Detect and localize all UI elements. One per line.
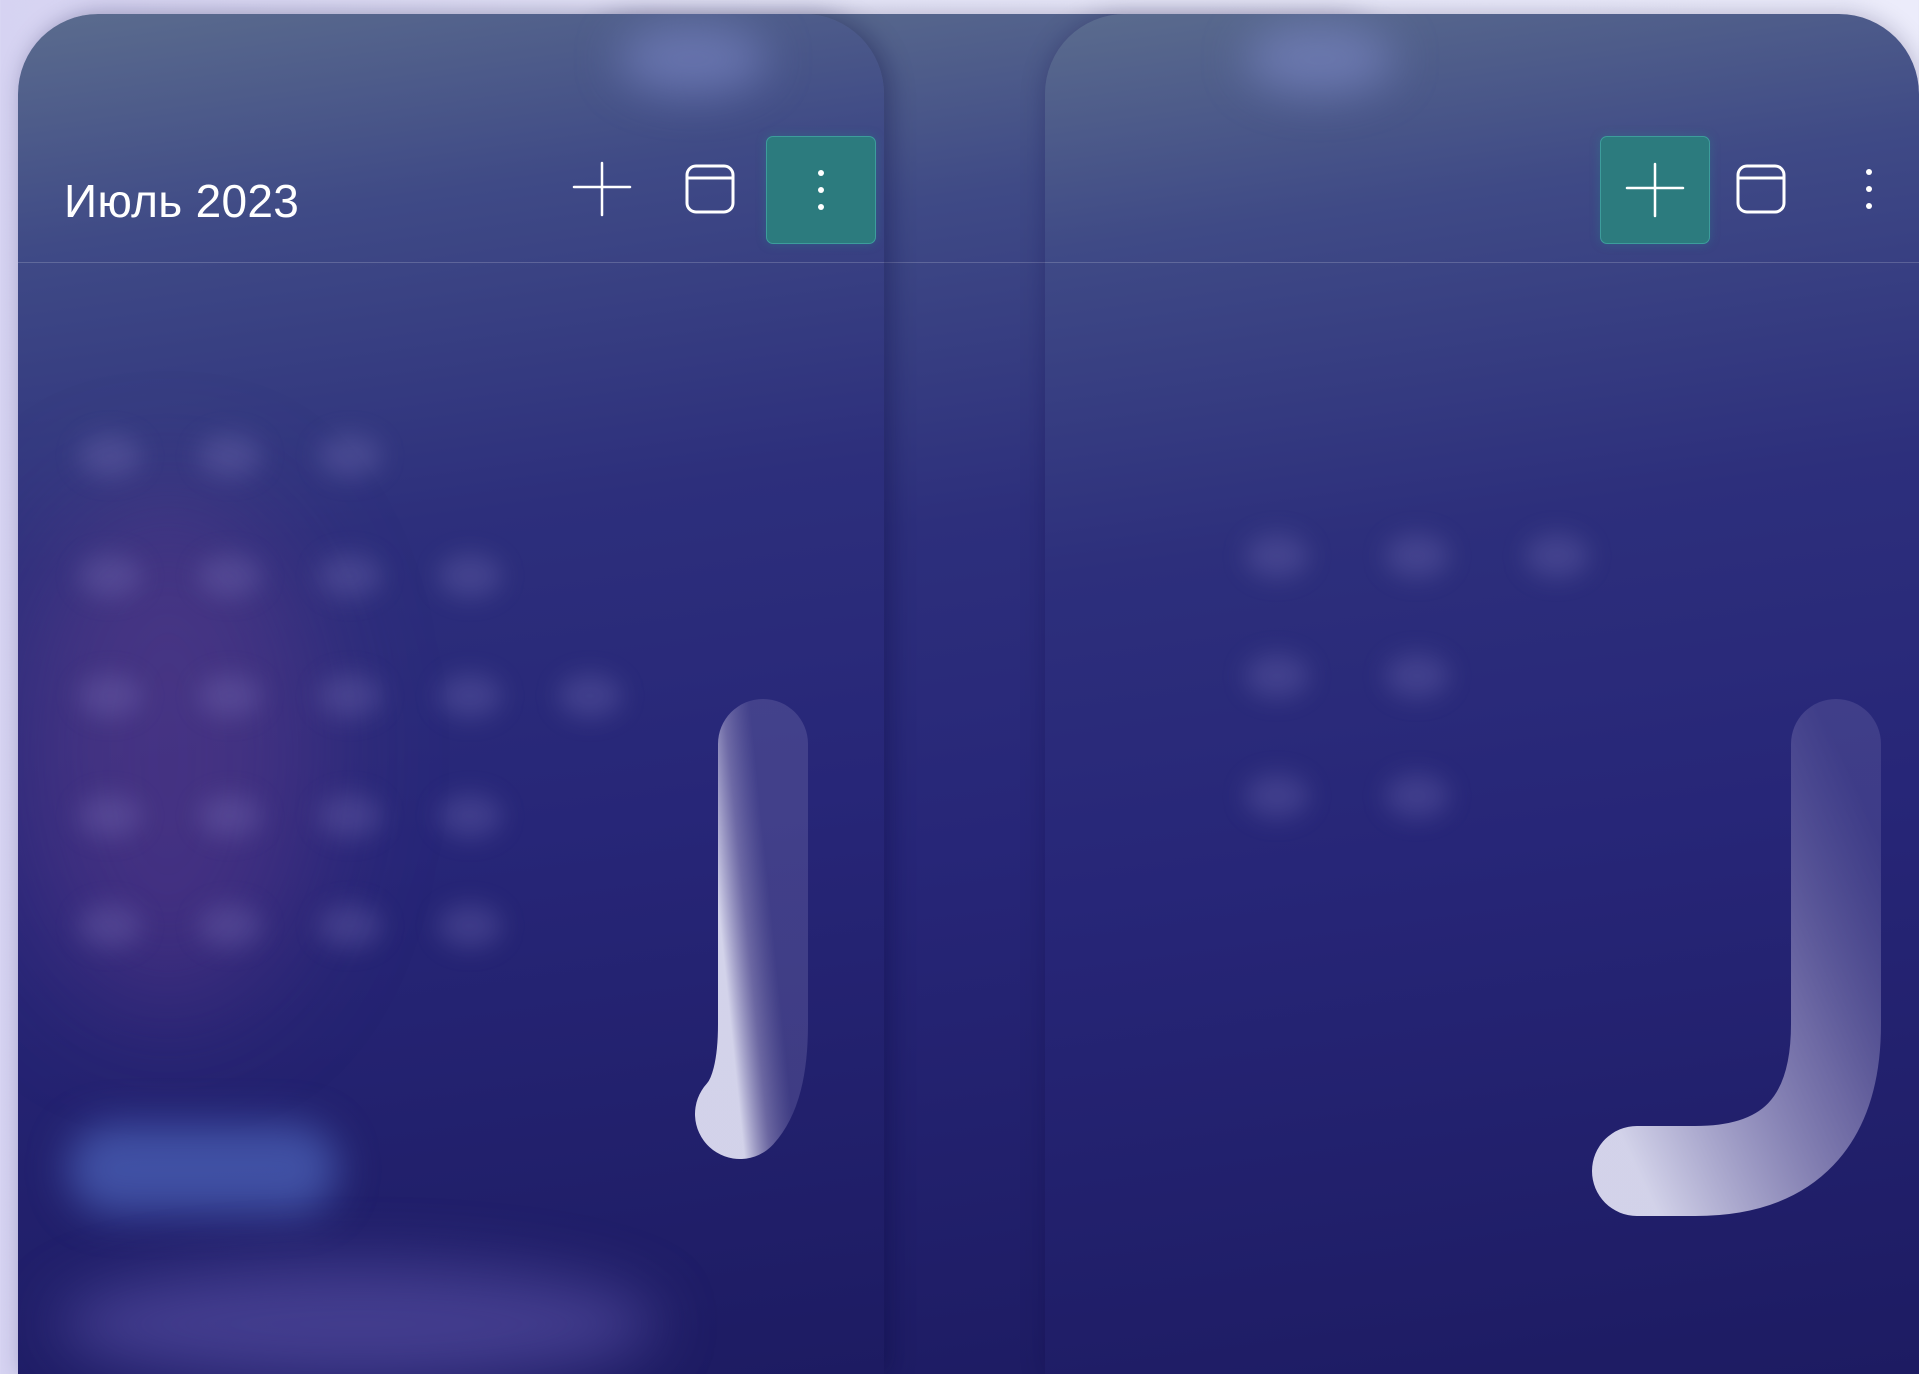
more-vertical-icon <box>818 170 824 210</box>
plus-icon <box>1625 162 1685 218</box>
more-options-button[interactable] <box>766 136 876 244</box>
calendar-view-button[interactable] <box>1707 136 1815 242</box>
calendar-view-icon <box>685 164 735 214</box>
calendar-header: Июль 2023 <box>18 14 884 263</box>
more-vertical-icon <box>1866 169 1872 209</box>
calendar-frame-add-active <box>1045 14 1919 1374</box>
add-event-button[interactable] <box>1600 136 1710 244</box>
calendar-header <box>1045 14 1919 263</box>
plus-icon <box>572 161 632 217</box>
calendar-view-icon <box>1736 164 1786 214</box>
add-event-button[interactable] <box>548 136 656 242</box>
calendar-frame-more-active: Июль 2023 <box>18 14 884 1374</box>
month-title: Июль 2023 <box>64 175 300 227</box>
more-options-button[interactable] <box>1815 136 1919 242</box>
calendar-view-button[interactable] <box>656 136 764 242</box>
